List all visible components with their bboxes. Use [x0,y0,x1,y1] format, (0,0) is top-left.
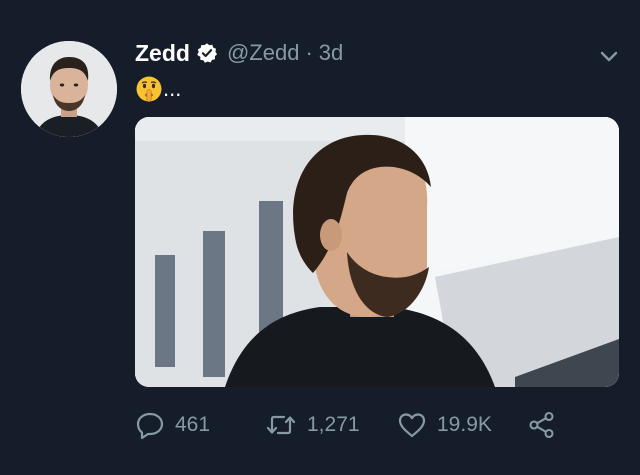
tweet-photo[interactable] [135,117,619,387]
avatar[interactable] [21,41,117,137]
tweet-actions: 461 1,271 19.9K [135,405,615,445]
share-icon [529,411,554,439]
shushing-face-icon [135,75,163,103]
tweet-text-content: ... [163,76,182,101]
author-handle[interactable]: @Zedd [227,40,299,66]
timestamp[interactable]: 3d [319,40,343,66]
retweet-count: 1,271 [307,413,360,436]
like-count: 19.9K [437,413,492,436]
tweet-text: ... [135,72,181,106]
author-name[interactable]: Zedd [135,40,190,67]
retweet-icon [266,415,296,435]
like-button[interactable]: 19.9K [397,405,492,445]
chevron-down-icon[interactable] [596,46,622,66]
reply-button[interactable]: 461 [135,405,210,445]
verified-badge-icon [196,42,218,64]
photo-image [135,117,619,387]
retweet-button[interactable]: 1,271 [265,405,360,445]
tweet-header: Zedd @Zedd · 3d [135,38,343,68]
avatar-image [21,41,117,137]
share-button[interactable] [527,405,557,445]
heart-icon [398,413,426,438]
reply-count: 461 [175,413,211,436]
reply-icon [136,412,164,440]
separator-dot: · [305,40,313,65]
